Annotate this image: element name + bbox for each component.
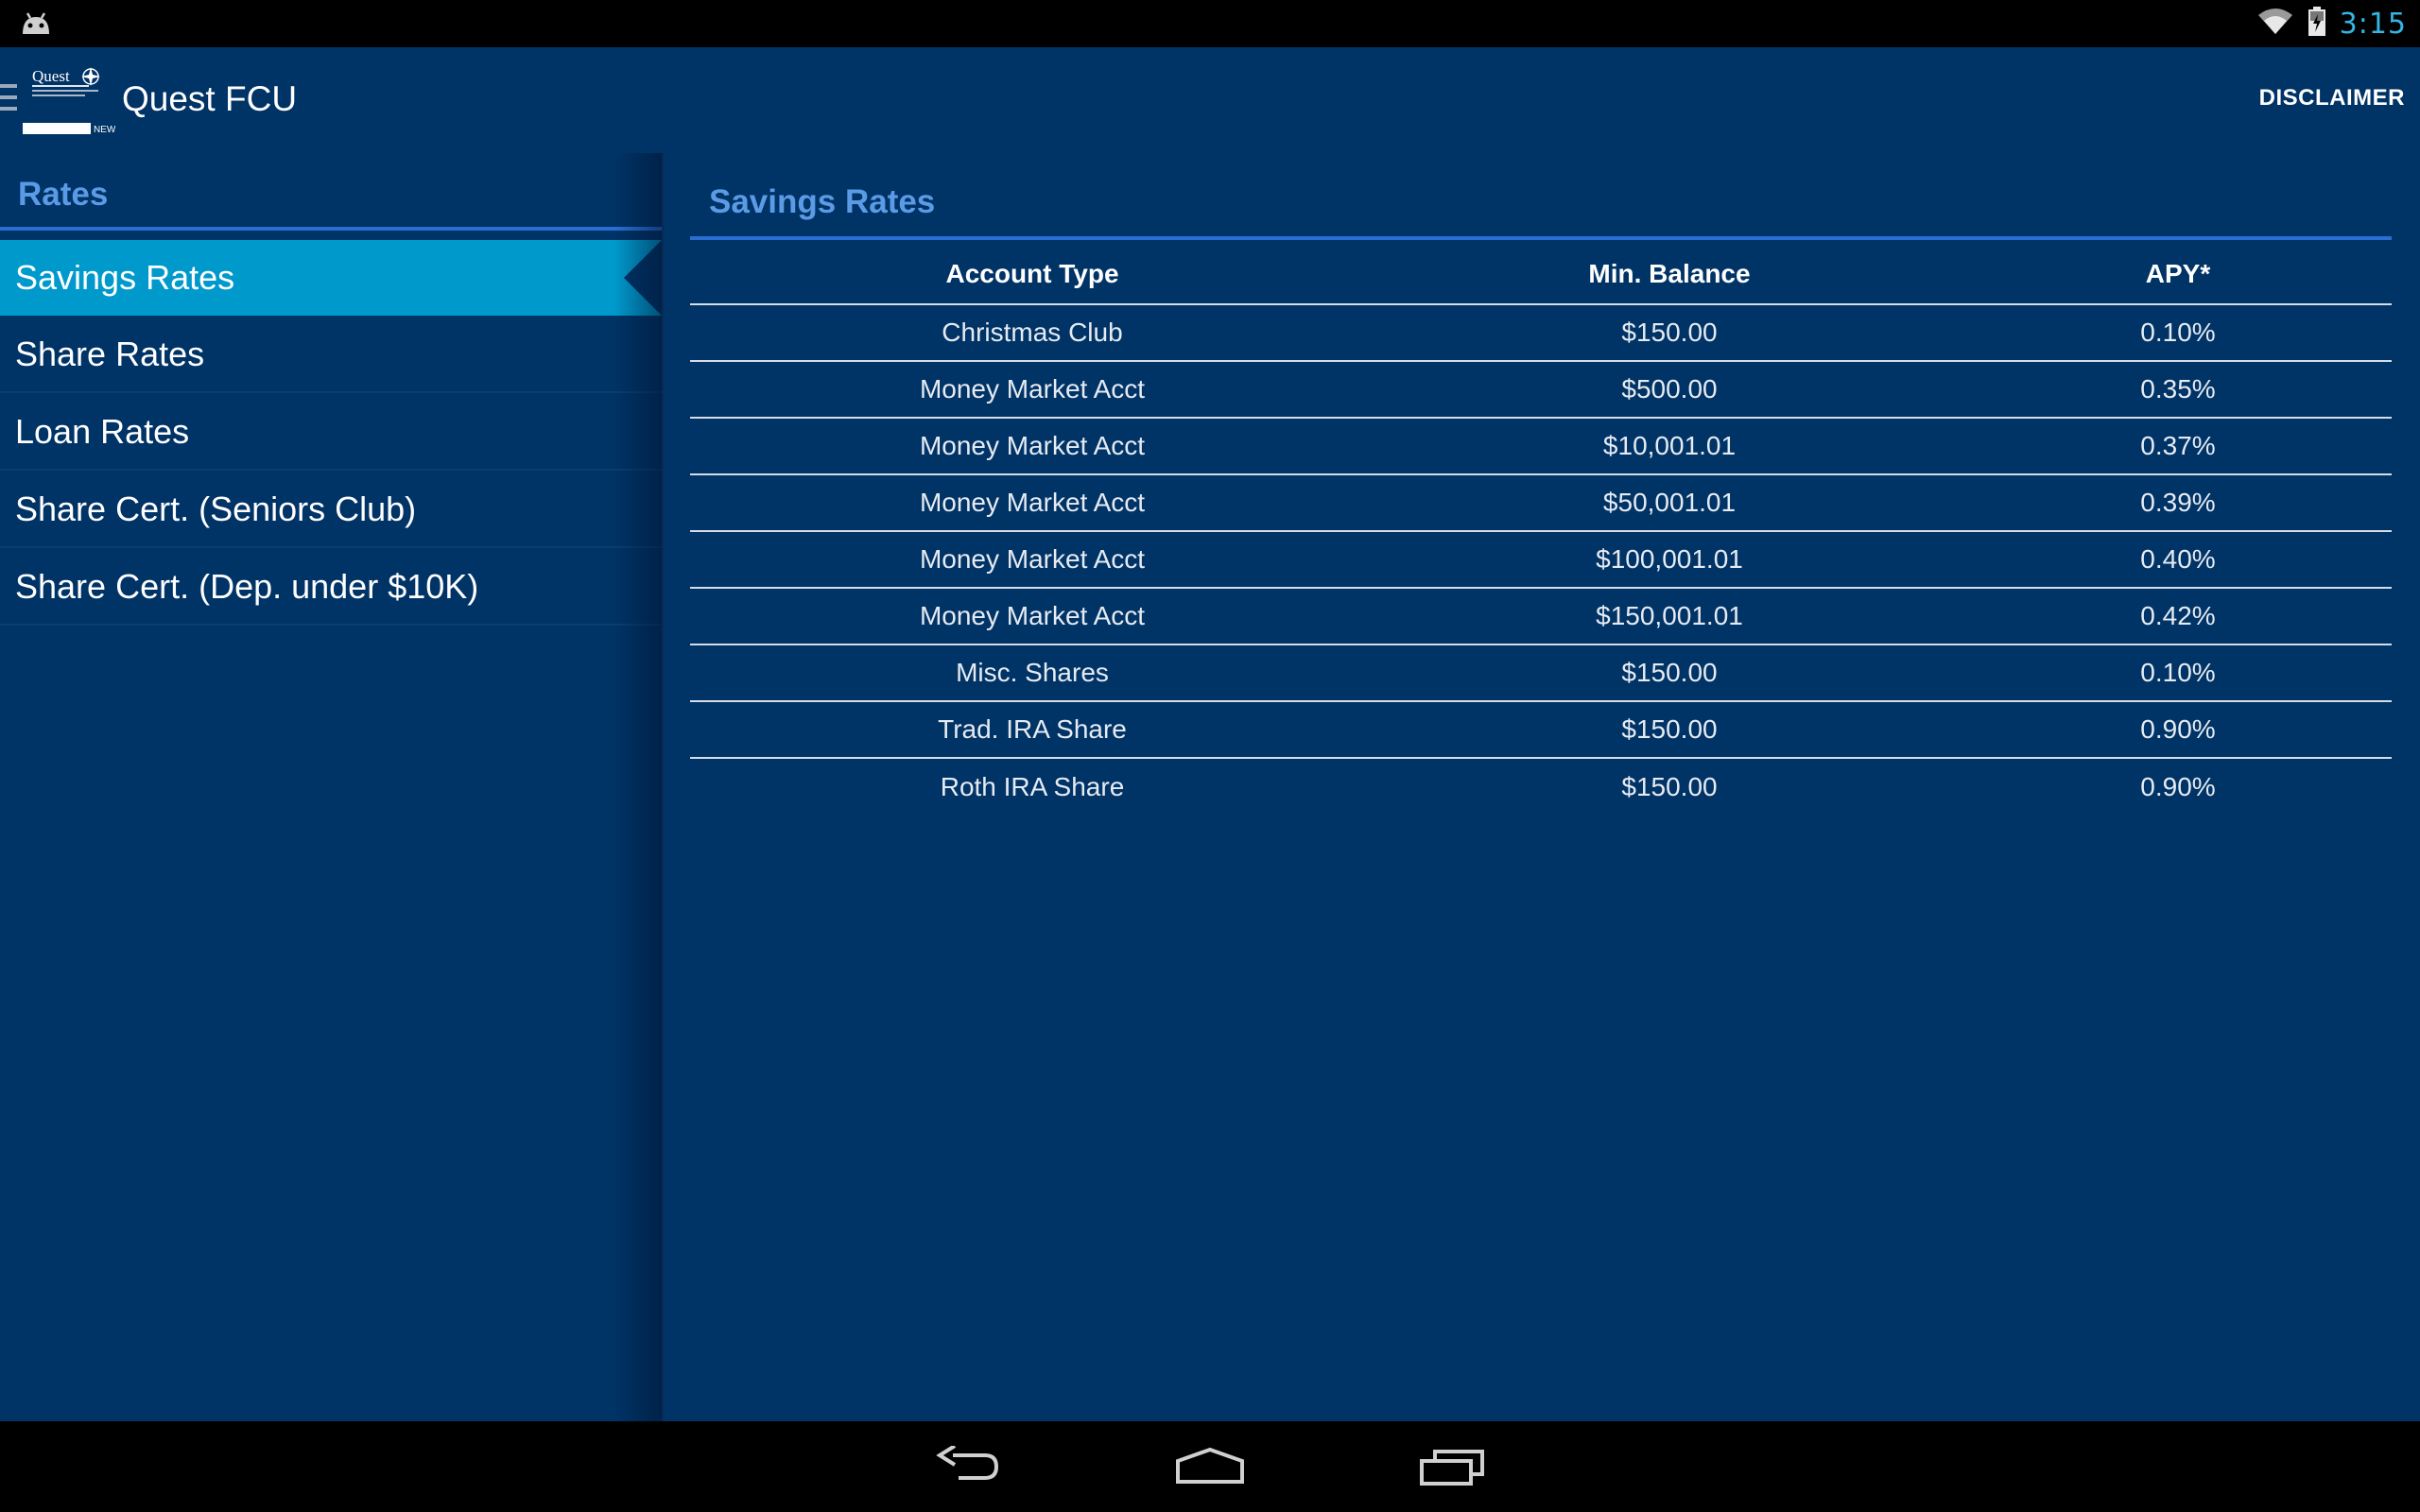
quest-logo[interactable]: Quest NEW (23, 66, 116, 135)
cell-min-balance: $150.00 (1374, 644, 1964, 702)
cell-min-balance: $50,001.01 (1374, 474, 1964, 532)
cell-apy: 0.10% (1964, 644, 2392, 702)
cell-account-type: Trad. IRA Share (690, 701, 1374, 759)
pane-divider (662, 153, 664, 1421)
table-row: Money Market Acct $10,001.01 0.37% (690, 418, 2392, 475)
svg-text:NEW: NEW (94, 125, 115, 134)
sidebar-item-share-rates[interactable]: Share Rates (0, 316, 662, 393)
rates-content: Savings Rates Account Type Min. Balance … (690, 153, 2392, 1421)
cell-apy: 0.90% (2140, 771, 2216, 801)
back-icon[interactable] (934, 1444, 1002, 1492)
table-row: Christmas Club $150.00 0.10% (690, 304, 2392, 362)
cell-apy: 0.39% (1964, 474, 2392, 532)
section-title: Savings Rates (709, 183, 936, 220)
cell-apy: 0.37% (1964, 418, 2392, 475)
cell-account-type: Roth IRA Share (940, 771, 1125, 801)
table-row: Misc. Shares $150.00 0.10% (690, 644, 2392, 702)
cell-account-type: Money Market Acct (690, 361, 1374, 419)
table-row: Trad. IRA Share $150.00 0.90% (690, 701, 2392, 759)
cell-account-type: Money Market Acct (690, 531, 1374, 589)
cell-min-balance: $150,001.01 (1374, 588, 1964, 645)
cell-min-balance: $10,001.01 (1374, 418, 1964, 475)
cell-account-type: Misc. Shares (690, 644, 1374, 702)
status-bar: 3:15 (0, 0, 2420, 47)
sidebar-item-loan-rates[interactable]: Loan Rates (0, 393, 662, 471)
table-row: Money Market Acct $150,001.01 0.42% (690, 588, 2392, 645)
main-area: Rates Savings Rates Share Rates Loan Rat… (0, 153, 2420, 1421)
clock: 3:15 (2339, 7, 2407, 41)
cell-account-type: Money Market Acct (690, 474, 1374, 532)
sidebar-item-share-cert-dep[interactable]: Share Cert. (Dep. under $10K) (0, 548, 662, 626)
cell-min-balance: $150.00 (1374, 701, 1964, 759)
sidebar-item-share-cert-seniors[interactable]: Share Cert. (Seniors Club) (0, 471, 662, 548)
sidebar-item-savings-rates[interactable]: Savings Rates (0, 240, 662, 316)
table-row: Roth IRA Share $150.00 0.90% (690, 758, 2392, 815)
cell-apy: 0.90% (1964, 701, 2392, 759)
rates-nav-list: Savings Rates Share Rates Loan Rates Sha… (0, 240, 662, 626)
column-header-min-balance: Min. Balance (1374, 244, 1964, 305)
table-row: Money Market Acct $50,001.01 0.39% (690, 474, 2392, 532)
rates-sidebar: Rates Savings Rates Share Rates Loan Rat… (0, 153, 662, 1421)
recent-apps-icon[interactable] (1418, 1446, 1486, 1492)
android-debug-icon (19, 9, 53, 43)
sidebar-header: Rates (0, 153, 662, 231)
table-row: Money Market Acct $100,001.01 0.40% (690, 531, 2392, 589)
cell-apy: 0.42% (1964, 588, 2392, 645)
cell-min-balance: $100,001.01 (1374, 531, 1964, 589)
cell-account-type: Money Market Acct (690, 588, 1374, 645)
home-icon[interactable] (1174, 1446, 1246, 1492)
system-nav-bar (0, 1421, 2420, 1512)
app-title: Quest FCU (122, 79, 298, 118)
cell-min-balance: $150.00 (1621, 771, 1718, 801)
svg-text:Quest: Quest (32, 67, 70, 85)
cell-account-type: Christmas Club (690, 304, 1374, 362)
section-header: Savings Rates (690, 153, 2392, 240)
table-row: Money Market Acct $500.00 0.35% (690, 361, 2392, 419)
cell-min-balance: $150.00 (1374, 304, 1964, 362)
cell-apy: 0.35% (1964, 361, 2392, 419)
app-bar: Quest NEW Quest FCU DISCLAIMER (0, 47, 2420, 153)
battery-charging-icon (2308, 6, 2326, 42)
drawer-menu-icon[interactable] (0, 84, 17, 114)
column-header-apy: APY* (1964, 244, 2392, 305)
sidebar-title: Rates (18, 176, 109, 213)
column-header-account-type: Account Type (690, 244, 1374, 305)
table-header-row: Account Type Min. Balance APY* (690, 244, 2392, 305)
savings-rates-table: Account Type Min. Balance APY* Christmas… (690, 244, 2392, 815)
cell-apy: 0.40% (1964, 531, 2392, 589)
wifi-icon (2256, 8, 2294, 41)
cell-account-type: Money Market Acct (690, 418, 1374, 475)
cell-apy: 0.10% (1964, 304, 2392, 362)
cell-min-balance: $500.00 (1374, 361, 1964, 419)
disclaimer-button[interactable]: DISCLAIMER (2259, 85, 2405, 112)
